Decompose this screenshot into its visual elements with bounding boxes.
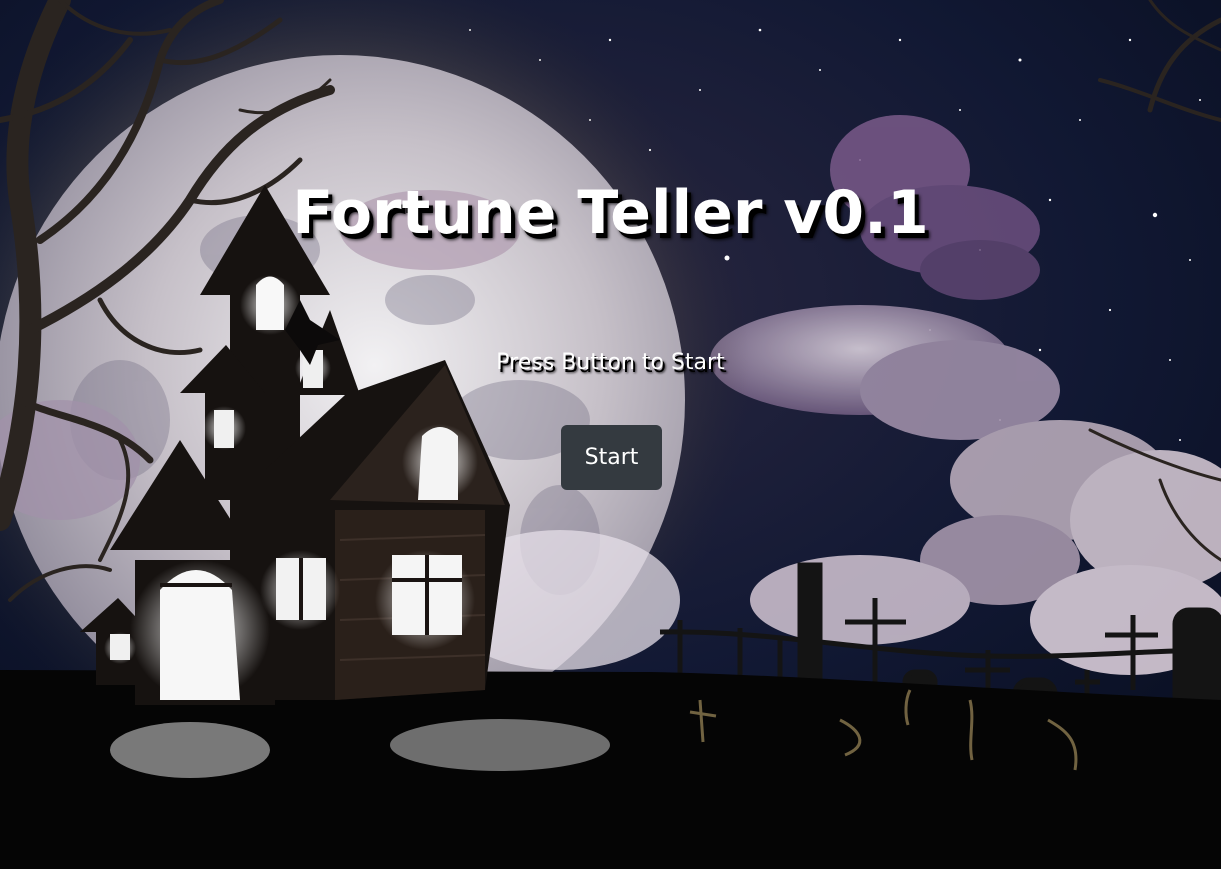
app-screen: Fortune Teller v0.1 Press Button to Star… [0,0,1221,869]
start-instructions: Press Button to Start [496,350,725,375]
start-button[interactable]: Start [561,425,662,490]
start-screen: Fortune Teller v0.1 Press Button to Star… [0,0,1221,869]
page-title: Fortune Teller v0.1 [292,178,929,248]
